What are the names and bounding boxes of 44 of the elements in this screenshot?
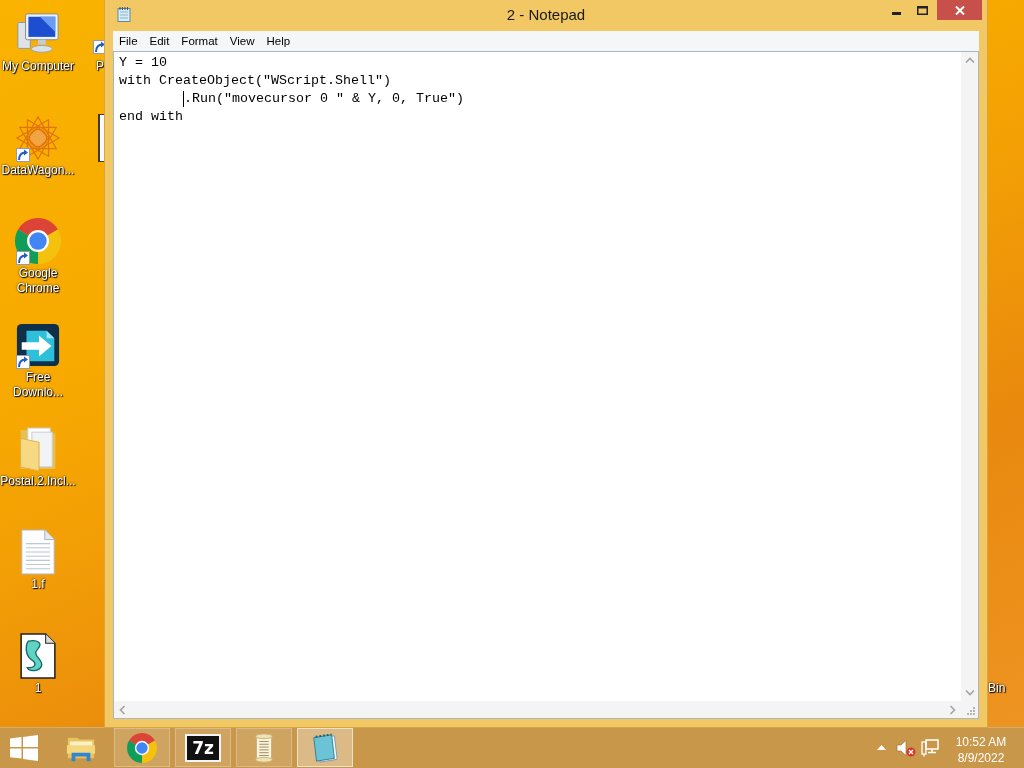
- minimize-icon: [891, 11, 901, 15]
- icon-label[interactable]: P: [96, 58, 104, 74]
- icon-label[interactable]: Free Downlo...: [0, 370, 76, 401]
- chevron-left-icon: [119, 704, 126, 715]
- code-line: with CreateObject("WScript.Shell"): [119, 72, 391, 90]
- caret-up-icon: [876, 745, 886, 750]
- taskbar-button[interactable]: [236, 728, 292, 767]
- menu-item[interactable]: Format: [175, 31, 224, 51]
- menu-item[interactable]: Help: [260, 31, 297, 51]
- icon-label[interactable]: My Computer: [2, 59, 74, 74]
- notepad-icon: [117, 6, 131, 22]
- chevron-right-icon: [949, 704, 956, 715]
- shortcut-arrow-icon: [93, 40, 105, 54]
- menu-item[interactable]: Edit: [143, 31, 176, 51]
- browser-logo-icon: [127, 732, 157, 763]
- window-panes-icon: [10, 734, 38, 761]
- window-title: 2 - Notepad: [506, 5, 586, 25]
- notepad-icon: [310, 732, 340, 763]
- network-icon[interactable]: [921, 738, 939, 757]
- code-line: end with: [119, 108, 183, 126]
- menu-item[interactable]: File: [113, 31, 144, 51]
- close-button[interactable]: [937, 0, 982, 20]
- icon-label[interactable]: Postal.2.Incl...: [0, 473, 76, 489]
- close-icon: [954, 5, 965, 15]
- taskbar-button[interactable]: [114, 728, 170, 767]
- icon-label[interactable]: 1.f: [31, 577, 45, 593]
- taskbar-button[interactable]: 7z: [175, 728, 231, 767]
- icon-label[interactable]: 1: [34, 681, 42, 697]
- menu-item[interactable]: View: [223, 31, 261, 51]
- star-emblem-icon[interactable]: [15, 114, 61, 161]
- maximize-icon: [916, 5, 928, 15]
- browser-logo-icon[interactable]: [15, 218, 61, 265]
- clock-time[interactable]: 10:52 AM: [955, 733, 1007, 750]
- chevron-up-icon: [964, 57, 975, 64]
- code-line: Y = 10: [119, 54, 167, 72]
- clock-date[interactable]: 8/9/2022: [957, 749, 1005, 766]
- taskbar-button[interactable]: [297, 728, 353, 767]
- app-logo: 7z: [187, 735, 219, 760]
- icon-label[interactable]: Google Chrome: [0, 266, 76, 297]
- speaker-muted-icon[interactable]: [895, 738, 917, 757]
- chevron-down-icon: [964, 689, 975, 696]
- icon-label[interactable]: DataWagon...: [1, 162, 75, 178]
- code-line: .Run("movecursor 0 " & Y, 0, True"): [184, 90, 464, 108]
- icon-label[interactable]: Bin: [988, 680, 1006, 696]
